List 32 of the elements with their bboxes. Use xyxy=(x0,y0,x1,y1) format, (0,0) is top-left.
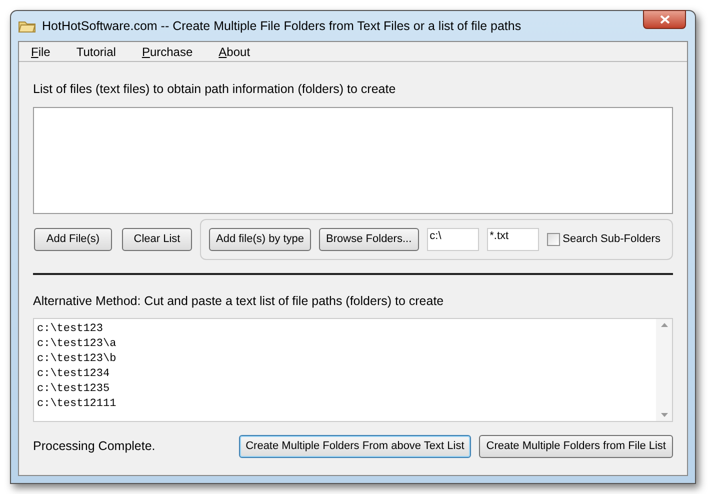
paths-textarea[interactable]: c:\test123 c:\test123\a c:\test123\b c:\test1234 c:\test1235 c:\test12111 xyxy=(33,318,673,422)
folder-field[interactable]: c:\ xyxy=(426,228,479,251)
file-list-label: List of files (text files) to obtain path information (folders) to create xyxy=(33,81,397,98)
create-folders-button[interactable]: Create Multiple Folders From above Text List xyxy=(238,434,472,458)
scroll-up-icon[interactable] xyxy=(660,322,668,326)
menu-item[interactable]: About xyxy=(212,42,256,60)
path-line: c:\test123\b xyxy=(37,352,118,366)
subfolders-label: Search Sub-Folders xyxy=(562,232,660,247)
menu-item[interactable]: File xyxy=(25,42,56,60)
alternative-label: Alternative Method: Cut and paste a text list of file paths (folders) to create xyxy=(33,292,445,310)
path-line: c:\test1235 xyxy=(37,382,111,396)
scrollbar[interactable] xyxy=(656,318,672,420)
add-files-button[interactable]: Add File(s) xyxy=(34,228,112,251)
create-folders-button[interactable]: Create Multiple Folders from File List xyxy=(479,434,673,458)
close-button[interactable] xyxy=(643,10,686,29)
path-line: c:\test12111 xyxy=(37,396,118,412)
folder-icon xyxy=(18,19,36,33)
path-line: c:\test1234 xyxy=(37,366,111,382)
path-line: c:\test123\a xyxy=(37,336,118,352)
menu-item[interactable]: Purchase xyxy=(136,42,199,60)
pattern-field[interactable]: *.txt xyxy=(486,228,539,251)
close-icon xyxy=(660,15,670,24)
browse-folders-button[interactable]: Browse Folders... xyxy=(319,228,419,251)
path-line: c:\test123 xyxy=(37,322,104,336)
clear-list-button[interactable]: Clear List xyxy=(122,228,192,251)
status-text: Processing Complete. xyxy=(33,438,156,455)
add-by-type-button[interactable]: Add file(s) by type xyxy=(209,228,312,251)
file-list[interactable] xyxy=(33,106,673,214)
menu-item[interactable]: Tutorial xyxy=(70,42,122,60)
window-title: HotHotSoftware.com -- Create Multiple File Folders from Text Files or a list of file paths xyxy=(42,18,522,35)
subfolders-checkbox[interactable] xyxy=(546,232,560,246)
scroll-down-icon[interactable] xyxy=(660,412,668,416)
